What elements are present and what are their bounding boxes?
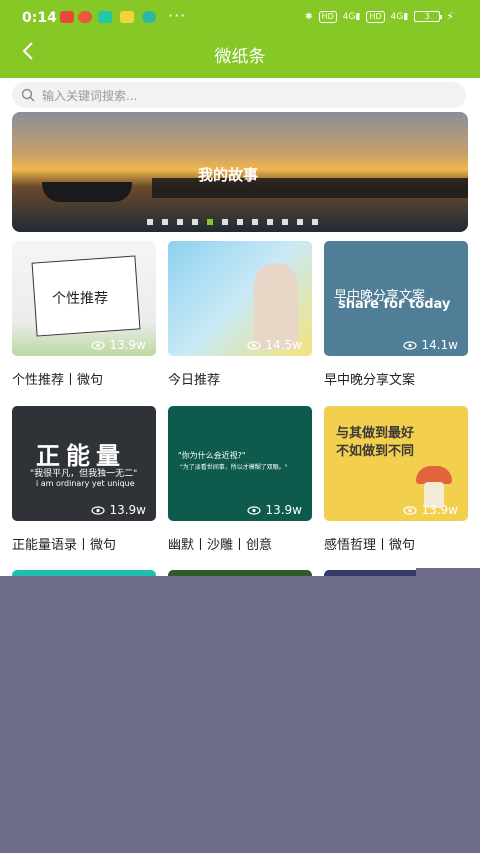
carousel-dot[interactable] [252, 219, 258, 225]
banner-title: 我的故事 [198, 166, 259, 184]
status-bar: 0:14 ··· ✱ HD 4G▮ HD 4G▮ 3 ⚡ [0, 0, 480, 34]
card-label[interactable]: 幽默丨沙雕丨创意 [168, 534, 272, 553]
carousel-dot[interactable] [192, 219, 198, 225]
status-right: ✱ HD 4G▮ HD 4G▮ 3 ⚡ [305, 10, 454, 23]
card-image-subtext-2: i am ordinary yet unique [36, 479, 135, 488]
view-count: 13.9w [403, 503, 458, 517]
category-card-today[interactable]: 14.5w [168, 241, 312, 356]
carousel-dot-active[interactable] [207, 219, 213, 225]
eye-icon [403, 340, 418, 350]
carousel-dot[interactable] [162, 219, 168, 225]
carousel-dot[interactable] [147, 219, 153, 225]
eye-icon [403, 505, 418, 515]
eye-icon [91, 505, 106, 515]
carousel-dot[interactable] [282, 219, 288, 225]
card-label[interactable]: 今日推荐 [168, 369, 220, 388]
status-time: 0:14 [22, 10, 57, 26]
card-label[interactable]: 正能量语录丨微句 [12, 534, 116, 553]
carousel-dot[interactable] [297, 219, 303, 225]
card-label[interactable]: 个性推荐丨微句 [12, 369, 103, 388]
eye-icon [247, 505, 262, 515]
card-image-subtext: share for today [338, 297, 451, 312]
card-image-subtext: "为了淡看世间事，所以才模糊了双眼。" [180, 464, 288, 471]
message-notification-icon [98, 11, 112, 23]
shield-notification-icon [142, 11, 156, 23]
charging-icon: ⚡ [446, 10, 454, 23]
search-input[interactable]: 输入关键词搜索... [12, 82, 466, 108]
search-icon [21, 88, 35, 102]
card-image-text: 与其做到最好 [336, 426, 415, 441]
category-card-personal[interactable]: 个性推荐 13.9w [12, 241, 156, 356]
signal-icon: 4G▮ [342, 11, 361, 22]
page-title: 微纸条 [214, 47, 266, 67]
screen-overlay [0, 576, 480, 853]
card-label[interactable]: 感悟哲理丨微句 [324, 534, 415, 553]
category-card-humor[interactable]: "你为什么会近视?" "为了淡看世间事，所以才模糊了双眼。" 13.9w [168, 406, 312, 521]
more-notifications-icon: ··· [168, 6, 187, 25]
card-image-subtext: "我很平凡，但我独一无二" [30, 469, 138, 479]
girl-reading-image [254, 263, 298, 349]
banner-carousel[interactable]: 我的故事 [12, 112, 468, 232]
category-card-philosophy[interactable]: 与其做到最好 不如做到不同 13.9w [324, 406, 468, 521]
card-image-text: 个性推荐 [52, 291, 108, 307]
category-card-share[interactable]: 早中晚分享文案 share for today 14.1w [324, 241, 468, 356]
eye-icon [247, 340, 262, 350]
category-card-positive[interactable]: 正能量 "我很平凡，但我独一无二" i am ordinary yet uniq… [12, 406, 156, 521]
carousel-dot[interactable] [267, 219, 273, 225]
hd-badge: HD [318, 10, 337, 23]
chat-notification-icon [120, 11, 134, 23]
view-count: 14.5w [247, 338, 302, 352]
carousel-indicator [147, 219, 318, 225]
carousel-dot[interactable] [312, 219, 318, 225]
card-image-text: "你为什么会近视?" [178, 451, 246, 460]
app-notification-icon [78, 11, 92, 23]
eye-icon [91, 340, 106, 350]
signal-icon-2: 4G▮ [390, 11, 409, 22]
mute-icon [60, 11, 74, 23]
battery-icon: 3 [414, 11, 443, 22]
boat-silhouette [42, 182, 132, 202]
search-placeholder: 输入关键词搜索... [42, 89, 138, 103]
view-count: 13.9w [91, 338, 146, 352]
view-count: 13.9w [247, 503, 302, 517]
carousel-dot[interactable] [237, 219, 243, 225]
carousel-dot[interactable] [222, 219, 228, 225]
view-count: 13.9w [91, 503, 146, 517]
hd-badge-2: HD [366, 10, 385, 23]
carousel-dot[interactable] [177, 219, 183, 225]
card-label[interactable]: 早中晚分享文案 [324, 369, 415, 388]
card-image-subtext: 不如做到不同 [336, 444, 415, 459]
bluetooth-icon: ✱ [305, 11, 313, 22]
view-count: 14.1w [403, 338, 458, 352]
